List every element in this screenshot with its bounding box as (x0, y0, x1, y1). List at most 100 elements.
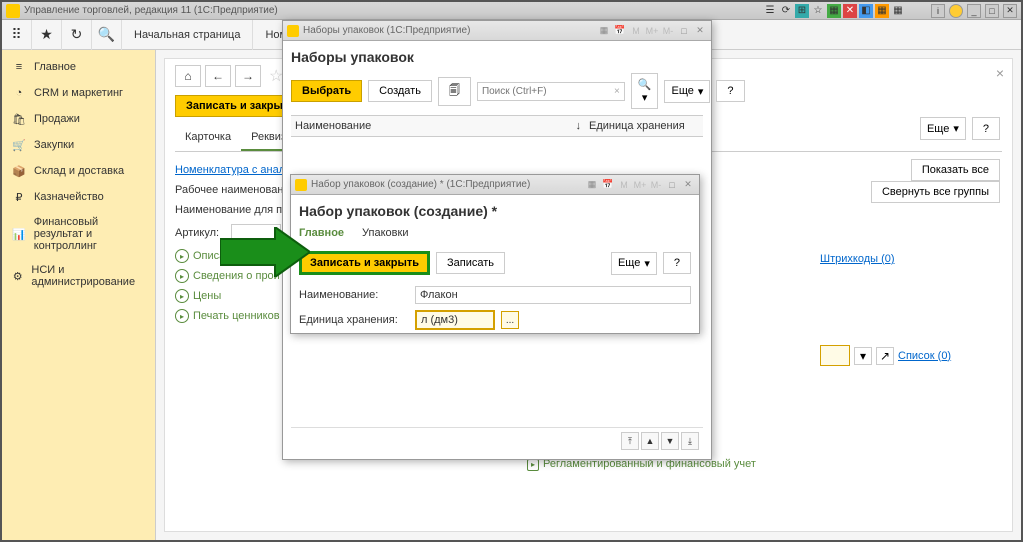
search-options-button[interactable]: 🔍 ▾ (631, 73, 659, 109)
bag-icon: 🛍 (12, 112, 26, 126)
app-logo-icon (6, 4, 20, 18)
apps-icon[interactable]: ⠿ (2, 20, 32, 50)
open-button[interactable]: ▾ (854, 347, 872, 365)
toolbar-icon[interactable]: ◧ (859, 4, 873, 18)
mminus-icon[interactable]: M- (661, 24, 675, 38)
mminus-icon[interactable]: M- (649, 178, 663, 192)
tab-main[interactable]: Главное (299, 227, 344, 243)
forward-button[interactable]: → (235, 65, 261, 87)
back-button[interactable]: ← (205, 65, 231, 87)
calc-icon[interactable]: ▦ (597, 24, 611, 38)
dialog-heading: Наборы упаковок (291, 49, 703, 65)
clear-icon[interactable]: × (614, 86, 620, 97)
tab-packaging[interactable]: Упаковки (362, 227, 408, 243)
lookup-button[interactable]: ... (501, 311, 519, 329)
collapse-all-button[interactable]: Свернуть все группы (871, 181, 1000, 203)
save-button[interactable]: Записать (436, 252, 505, 274)
more-button[interactable]: Еще▾ (920, 117, 966, 140)
scroll-bottom-button[interactable]: ⤓ (681, 432, 699, 450)
link-list[interactable]: Список (0) (898, 350, 951, 362)
chevron-down-icon: ▾ (953, 122, 959, 135)
calc-icon[interactable]: ▦ (585, 178, 599, 192)
m-icon[interactable]: M (629, 24, 643, 38)
history-icon[interactable]: ↻ (62, 20, 92, 50)
home-button[interactable]: ⌂ (175, 65, 201, 87)
ruble-icon: ₽ (12, 190, 26, 204)
show-all-button[interactable]: Показать все (911, 159, 1000, 181)
toolbar-icon[interactable]: ☰ (763, 4, 777, 18)
copy-button[interactable]: 🗐 (438, 77, 471, 106)
scroll-up-button[interactable]: ▲ (641, 432, 659, 450)
toolbar-icon[interactable]: ▦ (891, 4, 905, 18)
window-title: Управление торговлей, редакция 11 (1С:Пр… (24, 5, 763, 16)
sidebar-item-treasury[interactable]: ₽Казначейство (2, 184, 155, 210)
help-button[interactable]: ? (972, 117, 1000, 140)
toolbar-icon[interactable]: ▦ (875, 4, 889, 18)
toolbar-icon[interactable]: ✕ (843, 4, 857, 18)
more-button[interactable]: Еще ▾ (664, 80, 710, 103)
help-button[interactable]: ? (716, 80, 744, 102)
tab-start-page[interactable]: Начальная страница (122, 20, 253, 50)
help-button[interactable]: ? (663, 252, 691, 274)
dialog-logo-icon (295, 179, 307, 191)
close-icon[interactable]: × (996, 65, 1004, 81)
create-button[interactable]: Создать (368, 80, 432, 102)
box-icon: 📦 (12, 164, 26, 178)
toolbar-icon[interactable]: ⊞ (795, 4, 809, 18)
storage-unit-input[interactable]: л (дм3) (415, 310, 495, 330)
close-button[interactable]: ✕ (1003, 4, 1017, 18)
cart-icon: 🛒 (12, 138, 26, 152)
close-icon[interactable]: ✕ (681, 178, 695, 192)
label-storage-unit: Единица хранения: (299, 314, 409, 326)
mplus-icon[interactable]: M+ (645, 24, 659, 38)
col-unit[interactable]: Единица хранения (589, 120, 699, 132)
label-article: Артикул: (175, 227, 225, 239)
window-titlebar: Управление торговлей, редакция 11 (1С:Пр… (2, 2, 1021, 20)
dialog-package-set-create: Набор упаковок (создание) * (1С:Предприя… (290, 174, 700, 334)
article-input[interactable] (231, 224, 281, 242)
chart-icon: 📊 (12, 227, 26, 241)
maximize-icon[interactable]: □ (665, 178, 679, 192)
select-button[interactable]: Выбрать (291, 80, 362, 102)
pie-icon: ◔ (12, 86, 26, 100)
minimize-button[interactable]: _ (967, 4, 981, 18)
col-name[interactable]: Наименование (295, 120, 371, 132)
calendar-icon[interactable]: 📅 (613, 24, 627, 38)
help-icon[interactable]: i (931, 4, 945, 18)
menu-icon: ≡ (12, 60, 26, 74)
list-input[interactable] (820, 345, 850, 366)
name-input[interactable]: Флакон (415, 286, 691, 304)
gear-icon: ⚙ (12, 269, 23, 283)
more-button[interactable]: Еще ▾ (611, 252, 657, 275)
sidebar-item-finresult[interactable]: 📊Финансовый результат и контроллинг (2, 210, 155, 258)
sidebar-item-nsi[interactable]: ⚙НСИ и администрирование (2, 258, 155, 294)
user-icon[interactable] (949, 4, 963, 18)
star-icon[interactable]: ★ (32, 20, 62, 50)
maximize-icon[interactable]: □ (677, 24, 691, 38)
tab-card[interactable]: Карточка (175, 125, 241, 151)
dialog-heading: Набор упаковок (создание) * (299, 203, 691, 219)
sort-icon[interactable]: ↓ (576, 120, 582, 132)
toolbar-icon[interactable]: ⟳ (779, 4, 793, 18)
link-barcodes[interactable]: Штрихкоды (0) (820, 253, 895, 265)
mplus-icon[interactable]: M+ (633, 178, 647, 192)
dialog-titlebar-text: Наборы упаковок (1С:Предприятие) (303, 25, 470, 36)
close-icon[interactable]: ✕ (693, 24, 707, 38)
calendar-icon[interactable]: 📅 (601, 178, 615, 192)
sidebar-item-warehouse[interactable]: 📦Склад и доставка (2, 158, 155, 184)
maximize-button[interactable]: □ (985, 4, 999, 18)
search-icon[interactable]: 🔍 (92, 20, 122, 50)
sidebar: ≡Главное ◔CRM и маркетинг 🛍Продажи 🛒Заку… (2, 50, 156, 540)
scroll-down-button[interactable]: ▼ (661, 432, 679, 450)
m-icon[interactable]: M (617, 178, 631, 192)
scroll-top-button[interactable]: ⤒ (621, 432, 639, 450)
toolbar-icon[interactable]: ☆ (811, 4, 825, 18)
sidebar-item-main[interactable]: ≡Главное (2, 54, 155, 80)
sidebar-item-sales[interactable]: 🛍Продажи (2, 106, 155, 132)
sidebar-item-crm[interactable]: ◔CRM и маркетинг (2, 80, 155, 106)
toolbar-icon[interactable]: ▦ (827, 4, 841, 18)
sidebar-item-purchases[interactable]: 🛒Закупки (2, 132, 155, 158)
save-close-button[interactable]: Записать и закрыть (299, 251, 430, 275)
open-external-button[interactable]: ↗ (876, 347, 894, 365)
search-input[interactable]: × (477, 82, 625, 101)
